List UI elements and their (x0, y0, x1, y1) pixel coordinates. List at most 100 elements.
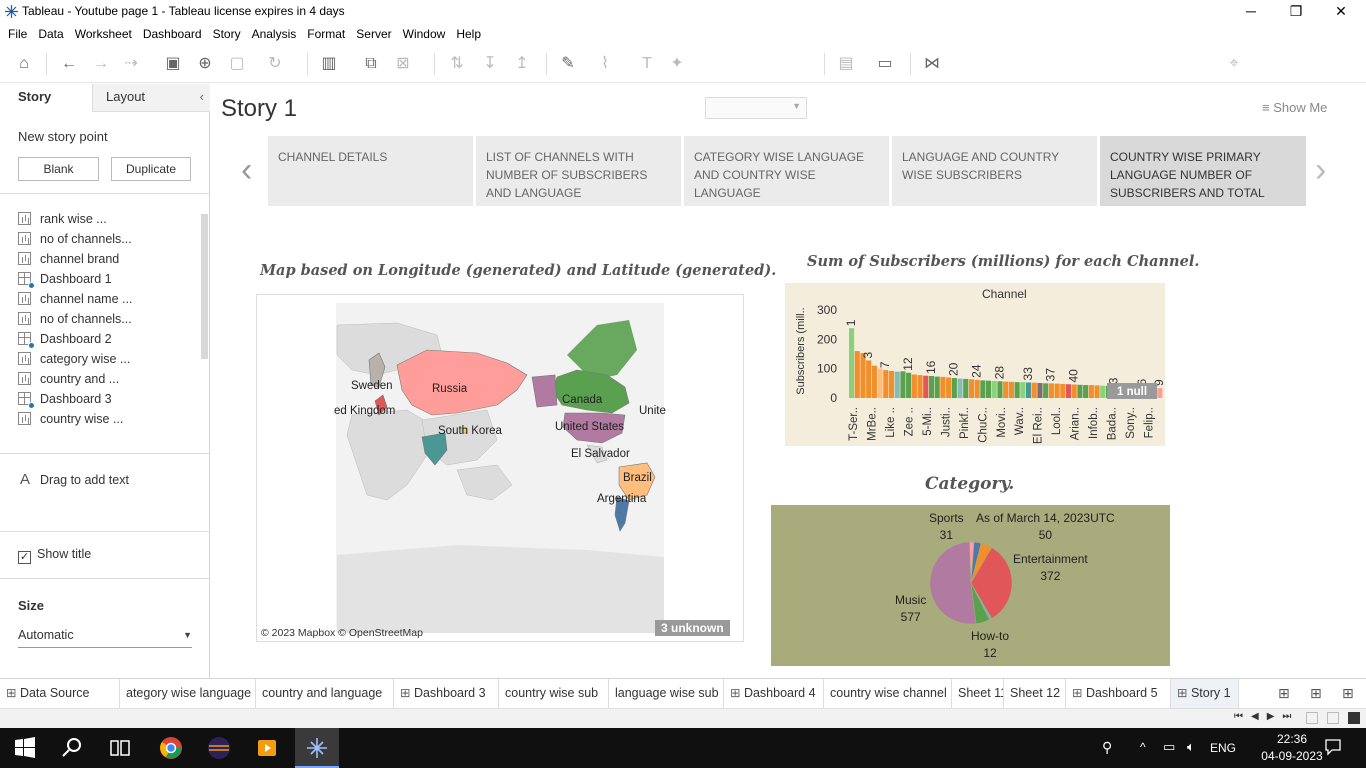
eclipse-icon[interactable] (207, 736, 231, 760)
sheet-tab[interactable]: ategory wise language (120, 679, 256, 708)
sheet-list-item[interactable]: Dashboard 1 (18, 272, 198, 292)
battery-icon[interactable]: ▭ (1163, 739, 1175, 755)
scrollbar[interactable] (201, 214, 208, 359)
highlight-icon[interactable]: ✎ (557, 53, 579, 75)
menu-dashboard[interactable]: Dashboard (143, 23, 202, 45)
new-data-source-icon[interactable]: ⊞ (1278, 685, 1290, 702)
menu-worksheet[interactable]: Worksheet (75, 23, 132, 45)
sheet-tab[interactable]: country wise channel (824, 679, 952, 708)
drag-to-add-text[interactable]: A Drag to add text (20, 471, 129, 488)
search-icon[interactable] (60, 736, 84, 760)
windows-start-icon[interactable] (13, 736, 37, 760)
menu-help[interactable]: Help (456, 23, 481, 45)
volume-icon[interactable]: 🔈︎ (1187, 739, 1195, 755)
show-cards-icon[interactable]: ▤ (835, 53, 857, 75)
clock-time[interactable]: 22:36 (1262, 732, 1322, 746)
tab-story[interactable]: Story (0, 84, 92, 112)
sheet-list-item[interactable]: channel brand (18, 252, 198, 272)
sheet-tab[interactable]: ⊞ Dashboard 5 (1066, 679, 1171, 708)
menu-file[interactable]: File (8, 23, 27, 45)
sheet-list-item[interactable]: category wise ... (18, 352, 198, 372)
share-icon[interactable]: ⋈ (921, 53, 943, 75)
sheet-tab[interactable]: language wise sub (609, 679, 724, 708)
sheet-tab[interactable]: country and language (256, 679, 394, 708)
menu-window[interactable]: Window (403, 23, 446, 45)
language-indicator[interactable]: ENG (1210, 741, 1236, 755)
collapse-icon[interactable]: ‹ (200, 84, 204, 110)
clock-date[interactable]: 04-09-2023 (1252, 749, 1332, 763)
story-point-1[interactable]: CHANNEL DETAILS (268, 136, 473, 206)
menu-analysis[interactable]: Analysis (252, 23, 297, 45)
sort-descending-icon[interactable]: ↥ (511, 53, 533, 75)
notification-icon[interactable] (1324, 738, 1342, 756)
sheet-list-item[interactable]: channel name ... (18, 292, 198, 312)
replay-icon[interactable]: ⇢ (120, 53, 142, 75)
tableau-taskbar-button[interactable] (295, 728, 339, 768)
story-point-3[interactable]: CATEGORY WISE LANGUAGE AND COUNTRY WISE … (684, 136, 889, 206)
sheet-list-item[interactable]: rank wise ... (18, 212, 198, 232)
new-data-source-icon[interactable]: ⊕ (194, 53, 216, 75)
pie-slice[interactable] (929, 541, 977, 625)
story-point-2[interactable]: LIST OF CHANNELS WITH NUMBER OF SUBSCRIB… (476, 136, 681, 206)
duplicate-sheet-icon[interactable]: ⧉ (360, 53, 382, 75)
menu-data[interactable]: Data (38, 23, 63, 45)
next-story-point-icon[interactable]: › (1315, 150, 1326, 190)
menu-server[interactable]: Server (356, 23, 391, 45)
refresh-icon[interactable]: ↻ (264, 53, 286, 75)
filmstrip-view-icon[interactable] (1327, 712, 1339, 724)
swap-icon[interactable]: ⇅ (446, 53, 468, 75)
pause-updates-icon[interactable]: ▢ (226, 53, 248, 75)
tab-layout[interactable]: Layout ‹ (92, 84, 210, 112)
sheet-tab[interactable]: ⊞ Data Source (0, 679, 120, 708)
sheet-list-item[interactable]: no of channels... (18, 232, 198, 252)
sheet-tab[interactable]: Sheet 12 (1004, 679, 1066, 708)
sheet-list-item[interactable]: country wise ... (18, 412, 198, 432)
show-me-button[interactable]: ≡ Show Me (1262, 100, 1327, 115)
sort-ascending-icon[interactable]: ↧ (479, 53, 501, 75)
labels-icon[interactable]: T (636, 53, 658, 75)
blank-button[interactable]: Blank (18, 157, 99, 181)
sheet-list-item[interactable]: Dashboard 2 (18, 332, 198, 352)
previous-story-point-icon[interactable]: ‹ (241, 150, 252, 190)
story-point-4[interactable]: LANGUAGE AND COUNTRY WISE SUBSCRIBERS (892, 136, 1097, 206)
new-worksheet-icon[interactable]: ▥ (318, 53, 340, 75)
tabs-view-icon[interactable] (1348, 712, 1360, 724)
grid-view-icon[interactable] (1306, 712, 1318, 724)
bar-chart[interactable]: Channel Subscribers (mill.. 300 200 100 0 1 3 7… (785, 283, 1165, 446)
presentation-mode-icon[interactable]: ▭ (874, 53, 896, 75)
show-title-checkbox[interactable]: ✓ Show title (18, 547, 91, 564)
new-dashboard-icon[interactable]: ⊞ (1342, 685, 1354, 702)
sheet-tab[interactable]: ⊞ Dashboard 4 (724, 679, 824, 708)
sheet-tab[interactable]: ⊞ Dashboard 3 (394, 679, 499, 708)
sheet-tab[interactable]: Sheet 11 (952, 679, 1004, 708)
new-worksheet-icon[interactable]: ⊞ (1310, 685, 1322, 702)
duplicate-button[interactable]: Duplicate (111, 157, 191, 181)
unknown-badge[interactable]: 3 unknown (655, 620, 730, 636)
people-icon[interactable]: ⚲ (1102, 739, 1112, 756)
navigation-arrows-icon[interactable]: ⏮◀▶⏭ (1234, 711, 1299, 722)
home-icon[interactable]: ⌂ (13, 53, 35, 75)
sheet-list-item[interactable]: country and ... (18, 372, 198, 392)
chrome-icon[interactable] (159, 736, 183, 760)
format-painter-icon[interactable]: ⌖ (1223, 53, 1245, 75)
show-hidden-icons[interactable]: ^ (1140, 740, 1146, 754)
size-dropdown[interactable]: Automatic ▼ (18, 628, 192, 648)
clear-sheet-icon[interactable]: ⊠ (392, 53, 414, 75)
restore-button[interactable]: ❐ (1273, 0, 1319, 23)
menu-story[interactable]: Story (213, 23, 241, 45)
task-view-icon[interactable] (108, 736, 132, 760)
sheet-tab[interactable]: ⊞ Story 1 (1171, 679, 1239, 708)
group-icon[interactable]: ⌇ (594, 53, 616, 75)
story-point-5[interactable]: COUNTRY WISE PRIMARY LANGUAGE NUMBER OF … (1100, 136, 1306, 206)
undo-icon[interactable]: ← (58, 53, 80, 75)
save-icon[interactable]: ▣ (162, 53, 184, 75)
media-player-icon[interactable] (255, 736, 279, 760)
menu-format[interactable]: Format (307, 23, 345, 45)
sheet-list-item[interactable]: no of channels... (18, 312, 198, 332)
sheet-tab[interactable]: country wise sub (499, 679, 609, 708)
pie-chart[interactable]: Sports 31 As of March 14, 2023UTC 50 Enter… (771, 505, 1170, 666)
minimize-button[interactable]: ─ (1228, 0, 1274, 23)
fit-dropdown[interactable]: ▼ (705, 97, 807, 119)
fix-axes-icon[interactable]: ✦ (666, 53, 688, 75)
map-view[interactable]: Sweden Russia ed Kingdom Canada Unite So… (256, 294, 744, 642)
